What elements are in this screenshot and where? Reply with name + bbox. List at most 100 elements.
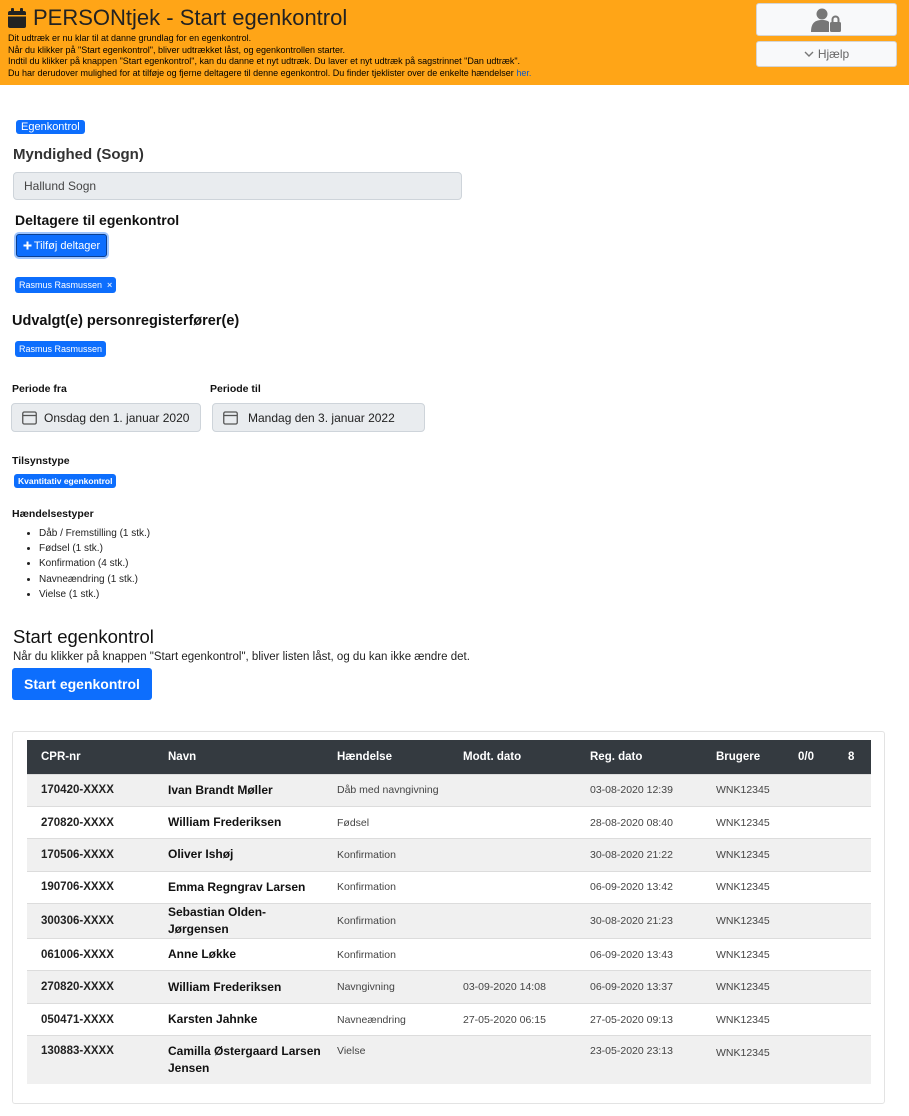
registered-cell: 03-08-2020 12:39 [576,773,702,807]
registrar-label: Udvalgt(e) personregisterfører(e) [12,313,240,329]
events-table: CPR-nr Navn Hændelse Modt. dato Reg. dat… [27,740,871,1084]
user-cell: WNK12345 [702,938,784,971]
start-button-label: Start egenkontrol [24,676,140,692]
cpr-cell: 190706-XXXX [27,870,154,904]
help-button[interactable]: Hjælp [756,41,897,67]
add-participant-label: Tilføj deltager [33,239,101,252]
table-row[interactable]: 130883-XXXX Camilla Østergaard Larsen Je… [27,1035,871,1084]
user-lock-button[interactable] [756,3,897,36]
user-cell: WNK12345 [702,838,784,872]
table-row[interactable]: 270820-XXXX William Frederiksen Navngivn… [27,970,871,1004]
cpr-cell: 270820-XXXX [27,970,154,1004]
column-header[interactable]: CPR-nr [27,740,154,774]
column-header[interactable]: Navn [154,740,323,774]
registrar-chip: Rasmus Rasmussen [15,341,107,357]
event-cell: Dåb med navngivning [323,773,449,807]
event-types-list: Dåb / Fremstilling (1 stk.) Fødsel (1 st… [12,526,150,602]
event-cell: Konfirmation [323,903,449,939]
list-item: Vielse (1 stk.) [39,587,150,602]
calendar-icon [22,411,37,425]
received-cell [449,1035,576,1084]
user-cell: WNK12345 [702,773,784,807]
registered-cell: 28-08-2020 08:40 [576,805,702,839]
header-line: Dit udtræk er nu klar til at danne grund… [8,33,252,43]
start-heading: Start egenkontrol [13,626,154,647]
name-cell: Sebastian Olden-Jørgensen [154,903,323,939]
table-row[interactable]: 170506-XXXX Oliver Ishøj Konfirmation 30… [27,838,871,872]
column-header[interactable]: Reg. dato [576,740,702,774]
egenkontrol-badge: Egenkontrol [16,120,85,134]
participants-label: Deltagere til egenkontrol [15,212,180,228]
checklist-link[interactable]: her. [516,68,531,78]
list-item: Dåb / Fremstilling (1 stk.) [39,526,150,541]
name-cell: Ivan Brandt Møller [154,773,323,807]
page-header: PERSONtjek - Start egenkontrol Dit udtræ… [0,0,909,85]
user-cell: WNK12345 [702,903,784,939]
start-description: Når du klikker på knappen "Start egenkon… [13,651,470,663]
cpr-cell: 300306-XXXX [27,903,154,939]
received-cell: 27-05-2020 06:15 [449,1002,576,1036]
help-label: Hjælp [817,47,850,61]
table-row[interactable]: 170420-XXXX Ivan Brandt Møller Dåb med n… [27,773,871,807]
event-cell: Navngivning [323,970,449,1004]
calendar-icon [8,8,26,28]
user-cell: WNK12345 [702,1002,784,1036]
name-cell: William Frederiksen [154,970,323,1004]
user-cell: WNK12345 [702,970,784,1004]
received-cell: 03-09-2020 14:08 [449,970,576,1004]
table-row[interactable]: 190706-XXXX Emma Regngrav Larsen Konfirm… [27,870,871,904]
plus-icon [23,241,32,250]
table-row[interactable]: 061006-XXXX Anne Løkke Konfirmation 06-0… [27,938,871,971]
start-egenkontrol-button[interactable]: Start egenkontrol [12,668,152,700]
supervision-badge: Kvantitativ egenkontrol [14,474,117,488]
column-header[interactable]: Brugere [702,740,784,774]
cpr-cell: 270820-XXXX [27,805,154,839]
authority-field[interactable]: Hallund Sogn [13,172,462,200]
add-participant-button[interactable]: Tilføj deltager [16,234,107,257]
participant-chip-label: Rasmus Rasmussen [19,280,103,290]
cpr-cell: 170506-XXXX [27,838,154,872]
column-header[interactable]: Modt. dato [449,740,576,774]
list-item: Konfirmation (4 stk.) [39,556,150,571]
event-cell: Konfirmation [323,938,449,971]
received-cell [449,903,576,939]
registered-cell: 30-08-2020 21:22 [576,838,702,872]
authority-label: Myndighed (Sogn) [13,146,144,163]
name-cell: Anne Løkke [154,938,323,971]
table-row[interactable]: 050471-XXXX Karsten Jahnke Navneændring … [27,1002,871,1036]
name-cell: Oliver Ishøj [154,838,323,872]
registered-cell: 27-05-2020 09:13 [576,1002,702,1036]
cpr-cell: 061006-XXXX [27,938,154,971]
table-row[interactable]: 300306-XXXX Sebastian Olden-Jørgensen Ko… [27,903,871,939]
registered-cell: 06-09-2020 13:37 [576,970,702,1004]
period-from-label: Periode fra [12,383,67,395]
table-header-row: CPR-nr Navn Hændelse Modt. dato Reg. dat… [27,740,871,774]
name-cell: Camilla Østergaard Larsen Jensen [154,1035,323,1084]
user-cell: WNK12345 [702,1035,784,1084]
event-cell: Navneændring [323,1002,449,1036]
user-cell: WNK12345 [702,870,784,904]
chevron-down-icon [804,51,814,57]
period-from-field[interactable]: Onsdag den 1. januar 2020 [11,403,201,432]
header-last-line: Du har derudover mulighed for at tilføje… [8,67,514,78]
list-item: Navneændring (1 stk.) [39,572,150,587]
cpr-cell: 050471-XXXX [27,1002,154,1036]
event-cell: Fødsel [323,805,449,839]
table-row[interactable]: 270820-XXXX William Frederiksen Fødsel 2… [27,805,871,839]
received-cell [449,938,576,971]
cpr-cell: 170420-XXXX [27,773,154,807]
user-lock-icon [810,8,841,32]
registered-cell: 06-09-2020 13:42 [576,870,702,904]
registered-cell: 06-09-2020 13:43 [576,938,702,971]
event-types-label: Hændelsestyper [12,508,94,520]
page-title-wrap: PERSONtjek - Start egenkontrol [8,5,347,31]
column-header[interactable]: Hændelse [323,740,449,774]
header-description: Dit udtræk er nu klar til at danne grund… [8,33,531,79]
event-cell: Vielse [323,1035,449,1084]
header-line: Du har derudover mulighed for at tilføje… [8,68,531,80]
period-to-field[interactable]: Mandag den 3. januar 2022 [212,403,425,432]
received-cell [449,805,576,839]
remove-participant-icon[interactable]: × [107,280,112,290]
period-to-label: Periode til [210,383,261,395]
event-cell: Konfirmation [323,838,449,872]
